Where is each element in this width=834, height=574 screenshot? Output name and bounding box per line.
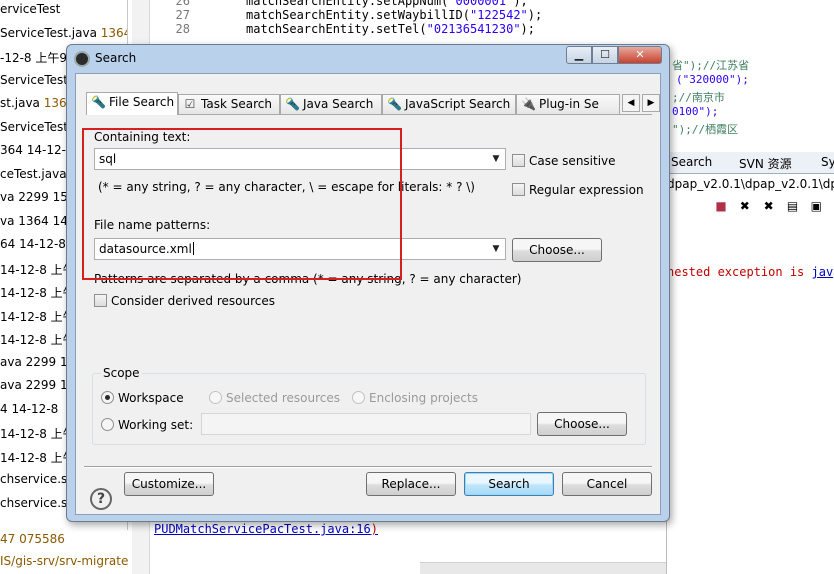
background-file-list-bottom: 47 075586 IS/gis-srv/srv-migrate <box>0 530 128 574</box>
scope-group: Scope Workspace Selected resources Enclo… <box>92 366 646 445</box>
file-name-patterns-label: File name patterns: <box>94 218 211 232</box>
tab-scroll-right-button[interactable]: ▶ <box>642 94 660 112</box>
code-fragment: 省");//江苏省 <box>672 59 750 72</box>
containing-text-hint: (* = any string, ? = any character, \ = … <box>98 180 475 194</box>
text-caret <box>192 242 194 255</box>
background-file-row: chservice.se <box>0 472 75 486</box>
cancel-button[interactable]: Cancel <box>562 472 652 496</box>
right-tab-sy[interactable]: Sy <box>821 155 834 169</box>
eclipse-icon <box>74 51 90 67</box>
consider-derived-box <box>94 294 107 307</box>
replace-button[interactable]: Replace... <box>366 472 456 496</box>
background-file-row: ServiceTest. <box>0 119 72 134</box>
file-name-patterns-combo[interactable]: datasource.xml ▼ <box>94 238 506 260</box>
file-search-icon: 🔦 <box>91 95 106 109</box>
tab-file-search[interactable]: 🔦 File Search <box>86 92 178 115</box>
code-fragment: ("320000"); <box>676 73 749 86</box>
tab-java-search[interactable]: 🔦 Java Search <box>280 94 382 114</box>
consider-derived-checkbox[interactable]: Consider derived resources <box>94 294 275 308</box>
lock-icon[interactable]: ▣ <box>808 198 824 214</box>
chevron-down-icon[interactable]: ▼ <box>490 242 502 256</box>
right-tab-svn[interactable]: SVN 资源 <box>739 155 792 172</box>
background-file-row: 364 14-12- <box>0 143 66 157</box>
background-file-row: 14-12-8 上午 <box>0 309 75 324</box>
dialog-title: Search <box>95 51 137 65</box>
chevron-down-icon[interactable]: ▼ <box>490 152 502 166</box>
background-file-row: 4 14-12-8 <box>0 401 59 416</box>
working-set-radio[interactable]: Working set: <box>101 418 193 432</box>
selected-resources-radio[interactable]: Selected resources <box>209 391 340 405</box>
workspace-radio-dot <box>101 391 114 404</box>
remove-icon[interactable]: ✖ <box>737 198 753 214</box>
export-icon[interactable]: ▤ <box>784 198 800 214</box>
background-file-row: ava 2299 15 <box>0 354 76 369</box>
file-name-patterns-value: datasource.xml <box>99 242 192 256</box>
search-button[interactable]: Search <box>464 472 554 496</box>
file-name-patterns-hint: Patterns are separated by a comma (* = a… <box>94 272 522 286</box>
background-right-views: Search SVN 资源 Sy dpap_v2.0.1\dpap_v2.0.1… <box>666 150 834 574</box>
containing-text-label: Containing text: <box>94 130 191 144</box>
background-file-row: ServiceTest.java 1364 14- <box>0 25 127 40</box>
enclosing-projects-radio[interactable]: Enclosing projects <box>352 391 478 405</box>
dialog-client-area: 🔦 File Search ☑ Task Search 🔦 Java Searc… <box>75 73 661 515</box>
dialog-separator <box>84 466 652 468</box>
tab-plugin-search[interactable]: 🔌 Plug-in Se <box>516 94 620 114</box>
containing-text-value: sql <box>99 152 117 166</box>
working-set-input[interactable] <box>201 413 531 435</box>
maximize-button[interactable]: ☐ <box>592 46 618 64</box>
console-stack-link[interactable]: PUDMatchServicePacTest.java:16) <box>154 522 378 536</box>
console-error-link[interactable]: jav <box>812 265 834 279</box>
right-view-tabs: Search SVN 资源 Sy <box>667 152 834 174</box>
search-tabs: 🔦 File Search ☑ Task Search 🔦 Java Searc… <box>86 92 660 115</box>
code-fragment: 0100"); <box>672 105 719 118</box>
background-bottom-row: IS/gis-srv/srv-migrate <box>0 554 129 568</box>
minimize-button[interactable]: ▁ <box>566 46 592 64</box>
selected-resources-radio-dot <box>209 391 222 404</box>
background-file-row: 64 14-12-8 <box>0 237 66 251</box>
tab-task-search[interactable]: ☑ Task Search <box>178 94 280 114</box>
plugin-search-icon: 🔌 <box>521 97 536 111</box>
task-search-icon: ☑ <box>184 97 196 111</box>
workspace-radio[interactable]: Workspace <box>101 391 184 405</box>
console-horizontal-scrollbar[interactable] <box>420 562 666 574</box>
background-file-row: ServiceTest. <box>0 72 72 87</box>
regular-expression-checkbox[interactable]: Regular expression <box>512 183 644 197</box>
background-file-row: va 1364 14- <box>0 213 73 228</box>
remove-all-icon[interactable]: ✖ <box>761 198 777 214</box>
file-search-panel: Containing text: sql ▼ (* = any string, … <box>86 114 652 456</box>
tab-javascript-search[interactable]: 🔦 JavaScript Search <box>382 94 516 114</box>
code-fragment: ;//南京市 <box>672 91 725 104</box>
console-error-text: nested exception is jav <box>667 265 834 279</box>
javascript-search-icon: 🔦 <box>387 97 402 111</box>
background-file-row: erviceTest <box>0 2 61 16</box>
dialog-titlebar[interactable]: Search ▁ ☐ ✕ <box>67 45 669 73</box>
background-file-row: 14-12-8 上午 <box>0 262 75 277</box>
case-sensitive-box <box>512 154 525 167</box>
scope-label: Scope <box>101 366 142 380</box>
background-file-row: va 2299 15- <box>0 190 73 204</box>
right-view-path: dpap_v2.0.1\dpap_v2.0.1\dpa <box>667 177 834 191</box>
close-button[interactable]: ✕ <box>618 46 662 64</box>
regular-expression-box <box>512 183 525 196</box>
help-icon[interactable]: ? <box>90 488 112 510</box>
background-file-row: chservice.se <box>0 495 75 510</box>
search-dialog: Search ▁ ☐ ✕ 🔦 File Search ☑ Task Search… <box>66 44 670 522</box>
customize-button[interactable]: Customize... <box>124 472 214 496</box>
choose-file-patterns-button[interactable]: Choose... <box>512 238 602 262</box>
right-tab-search[interactable]: Search <box>671 155 712 169</box>
background-file-row: 14-12-8 上午 <box>0 427 75 441</box>
stop-icon[interactable]: ■ <box>713 198 729 214</box>
background-file-row: st.java 1364 <box>0 96 75 110</box>
code-fragment: ");//栖霞区 <box>672 123 739 136</box>
choose-working-set-button[interactable]: Choose... <box>537 412 627 436</box>
right-view-toolbar: ■ ✖ ✖ ▤ ▣ <box>713 198 828 216</box>
working-set-radio-dot <box>101 418 114 431</box>
java-search-icon: 🔦 <box>285 97 300 111</box>
tab-scroll-left-button[interactable]: ◀ <box>622 94 640 112</box>
background-file-row: ava 2299 15 <box>0 378 76 392</box>
containing-text-combo[interactable]: sql ▼ <box>94 148 506 170</box>
case-sensitive-checkbox[interactable]: Case sensitive <box>512 154 616 168</box>
background-bottom-row: 47 075586 <box>0 532 65 546</box>
enclosing-projects-radio-dot <box>352 391 365 404</box>
